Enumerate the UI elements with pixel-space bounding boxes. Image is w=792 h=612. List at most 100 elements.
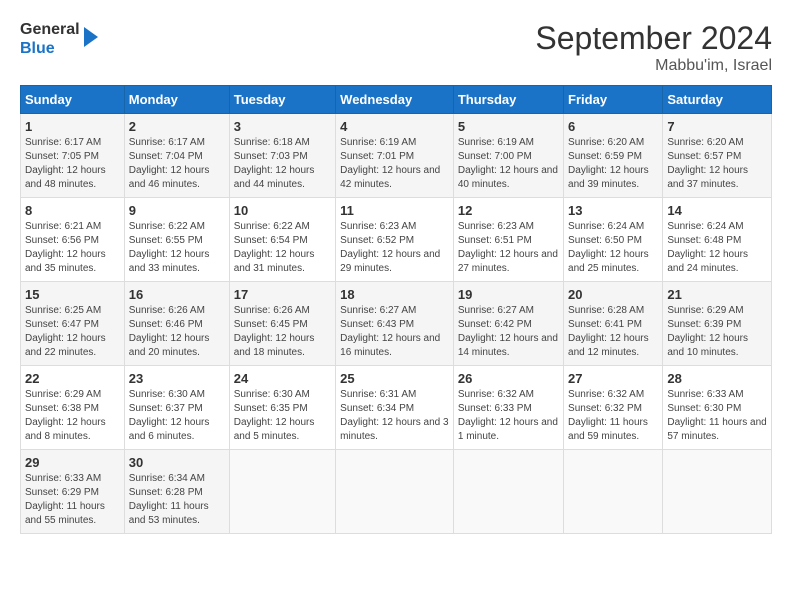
calendar-cell: 15 Sunrise: 6:25 AMSunset: 6:47 PMDaylig… (21, 282, 125, 366)
calendar-cell: 11 Sunrise: 6:23 AMSunset: 6:52 PMDaylig… (336, 198, 454, 282)
day-number: 16 (129, 287, 225, 302)
calendar-cell (663, 450, 772, 534)
day-header-monday: Monday (124, 86, 229, 114)
day-number: 1 (25, 119, 120, 134)
calendar-cell: 29 Sunrise: 6:33 AMSunset: 6:29 PMDaylig… (21, 450, 125, 534)
day-number: 18 (340, 287, 449, 302)
day-info: Sunrise: 6:20 AMSunset: 6:57 PMDaylight:… (667, 136, 767, 192)
day-info: Sunrise: 6:20 AMSunset: 6:59 PMDaylight:… (568, 136, 658, 192)
title-area: September 2024 Mabbu'im, Israel (535, 20, 772, 75)
calendar-header-row: SundayMondayTuesdayWednesdayThursdayFrid… (21, 86, 772, 114)
day-number: 9 (129, 203, 225, 218)
calendar-cell: 20 Sunrise: 6:28 AMSunset: 6:41 PMDaylig… (564, 282, 663, 366)
calendar-cell: 13 Sunrise: 6:24 AMSunset: 6:50 PMDaylig… (564, 198, 663, 282)
day-number: 29 (25, 455, 120, 470)
calendar-cell: 26 Sunrise: 6:32 AMSunset: 6:33 PMDaylig… (453, 366, 563, 450)
page-header: General Blue September 2024 Mabbu'im, Is… (20, 20, 772, 75)
day-info: Sunrise: 6:23 AMSunset: 6:51 PMDaylight:… (458, 220, 559, 276)
calendar-cell: 18 Sunrise: 6:27 AMSunset: 6:43 PMDaylig… (336, 282, 454, 366)
day-number: 3 (234, 119, 331, 134)
day-info: Sunrise: 6:32 AMSunset: 6:33 PMDaylight:… (458, 388, 559, 444)
day-info: Sunrise: 6:29 AMSunset: 6:39 PMDaylight:… (667, 304, 767, 360)
calendar-week-row: 22 Sunrise: 6:29 AMSunset: 6:38 PMDaylig… (21, 366, 772, 450)
day-header-tuesday: Tuesday (229, 86, 335, 114)
calendar-cell (336, 450, 454, 534)
day-info: Sunrise: 6:29 AMSunset: 6:38 PMDaylight:… (25, 388, 120, 444)
calendar-cell (453, 450, 563, 534)
day-info: Sunrise: 6:33 AMSunset: 6:29 PMDaylight:… (25, 472, 120, 528)
calendar-cell: 19 Sunrise: 6:27 AMSunset: 6:42 PMDaylig… (453, 282, 563, 366)
day-header-thursday: Thursday (453, 86, 563, 114)
logo-general: General (20, 20, 80, 39)
calendar-cell (229, 450, 335, 534)
day-info: Sunrise: 6:31 AMSunset: 6:34 PMDaylight:… (340, 388, 449, 444)
logo-wrapper: General Blue (20, 20, 98, 58)
calendar-cell: 22 Sunrise: 6:29 AMSunset: 6:38 PMDaylig… (21, 366, 125, 450)
calendar-cell: 21 Sunrise: 6:29 AMSunset: 6:39 PMDaylig… (663, 282, 772, 366)
calendar-cell: 2 Sunrise: 6:17 AMSunset: 7:04 PMDayligh… (124, 114, 229, 198)
day-number: 21 (667, 287, 767, 302)
calendar-cell: 28 Sunrise: 6:33 AMSunset: 6:30 PMDaylig… (663, 366, 772, 450)
day-info: Sunrise: 6:32 AMSunset: 6:32 PMDaylight:… (568, 388, 658, 444)
calendar-week-row: 15 Sunrise: 6:25 AMSunset: 6:47 PMDaylig… (21, 282, 772, 366)
calendar-cell: 30 Sunrise: 6:34 AMSunset: 6:28 PMDaylig… (124, 450, 229, 534)
day-number: 17 (234, 287, 331, 302)
day-info: Sunrise: 6:25 AMSunset: 6:47 PMDaylight:… (25, 304, 120, 360)
calendar-cell: 10 Sunrise: 6:22 AMSunset: 6:54 PMDaylig… (229, 198, 335, 282)
day-number: 28 (667, 371, 767, 386)
day-info: Sunrise: 6:17 AMSunset: 7:05 PMDaylight:… (25, 136, 120, 192)
day-number: 2 (129, 119, 225, 134)
calendar-cell (564, 450, 663, 534)
logo: General Blue (20, 20, 98, 58)
day-number: 14 (667, 203, 767, 218)
calendar-week-row: 29 Sunrise: 6:33 AMSunset: 6:29 PMDaylig… (21, 450, 772, 534)
day-number: 4 (340, 119, 449, 134)
logo-text: General Blue (20, 20, 80, 58)
calendar-cell: 14 Sunrise: 6:24 AMSunset: 6:48 PMDaylig… (663, 198, 772, 282)
day-info: Sunrise: 6:28 AMSunset: 6:41 PMDaylight:… (568, 304, 658, 360)
day-number: 8 (25, 203, 120, 218)
calendar-cell: 17 Sunrise: 6:26 AMSunset: 6:45 PMDaylig… (229, 282, 335, 366)
month-title: September 2024 (535, 20, 772, 57)
calendar-week-row: 8 Sunrise: 6:21 AMSunset: 6:56 PMDayligh… (21, 198, 772, 282)
day-info: Sunrise: 6:27 AMSunset: 6:43 PMDaylight:… (340, 304, 449, 360)
day-number: 26 (458, 371, 559, 386)
day-number: 11 (340, 203, 449, 218)
day-info: Sunrise: 6:23 AMSunset: 6:52 PMDaylight:… (340, 220, 449, 276)
calendar-table: SundayMondayTuesdayWednesdayThursdayFrid… (20, 85, 772, 534)
calendar-cell: 4 Sunrise: 6:19 AMSunset: 7:01 PMDayligh… (336, 114, 454, 198)
day-number: 25 (340, 371, 449, 386)
day-info: Sunrise: 6:19 AMSunset: 7:00 PMDaylight:… (458, 136, 559, 192)
day-number: 6 (568, 119, 658, 134)
calendar-cell: 1 Sunrise: 6:17 AMSunset: 7:05 PMDayligh… (21, 114, 125, 198)
day-info: Sunrise: 6:21 AMSunset: 6:56 PMDaylight:… (25, 220, 120, 276)
day-info: Sunrise: 6:26 AMSunset: 6:45 PMDaylight:… (234, 304, 331, 360)
calendar-cell: 24 Sunrise: 6:30 AMSunset: 6:35 PMDaylig… (229, 366, 335, 450)
day-info: Sunrise: 6:24 AMSunset: 6:50 PMDaylight:… (568, 220, 658, 276)
day-info: Sunrise: 6:24 AMSunset: 6:48 PMDaylight:… (667, 220, 767, 276)
logo-arrow-icon (84, 27, 98, 47)
day-number: 20 (568, 287, 658, 302)
calendar-cell: 12 Sunrise: 6:23 AMSunset: 6:51 PMDaylig… (453, 198, 563, 282)
day-number: 10 (234, 203, 331, 218)
location: Mabbu'im, Israel (535, 57, 772, 75)
day-info: Sunrise: 6:18 AMSunset: 7:03 PMDaylight:… (234, 136, 331, 192)
calendar-cell: 9 Sunrise: 6:22 AMSunset: 6:55 PMDayligh… (124, 198, 229, 282)
day-info: Sunrise: 6:19 AMSunset: 7:01 PMDaylight:… (340, 136, 449, 192)
calendar-cell: 6 Sunrise: 6:20 AMSunset: 6:59 PMDayligh… (564, 114, 663, 198)
day-number: 5 (458, 119, 559, 134)
day-info: Sunrise: 6:33 AMSunset: 6:30 PMDaylight:… (667, 388, 767, 444)
day-header-sunday: Sunday (21, 86, 125, 114)
day-info: Sunrise: 6:26 AMSunset: 6:46 PMDaylight:… (129, 304, 225, 360)
day-number: 12 (458, 203, 559, 218)
day-number: 13 (568, 203, 658, 218)
day-number: 24 (234, 371, 331, 386)
day-number: 22 (25, 371, 120, 386)
day-info: Sunrise: 6:30 AMSunset: 6:37 PMDaylight:… (129, 388, 225, 444)
day-number: 23 (129, 371, 225, 386)
day-header-wednesday: Wednesday (336, 86, 454, 114)
calendar-cell: 25 Sunrise: 6:31 AMSunset: 6:34 PMDaylig… (336, 366, 454, 450)
day-header-saturday: Saturday (663, 86, 772, 114)
day-number: 19 (458, 287, 559, 302)
calendar-cell: 16 Sunrise: 6:26 AMSunset: 6:46 PMDaylig… (124, 282, 229, 366)
